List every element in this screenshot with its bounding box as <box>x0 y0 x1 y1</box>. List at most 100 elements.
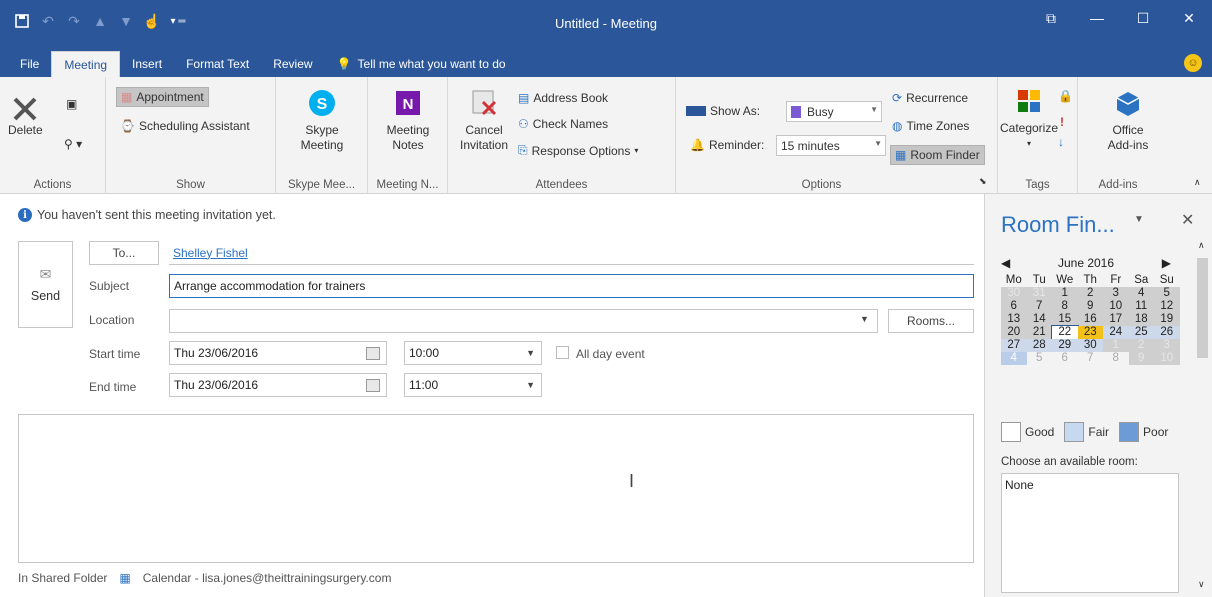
calendar-day[interactable]: 18 <box>1128 313 1154 326</box>
calendar-day[interactable]: 1 <box>1052 287 1078 300</box>
list-item[interactable]: None <box>1005 478 1175 492</box>
calendar-day[interactable]: 15 <box>1052 313 1078 326</box>
calendar-day[interactable]: 4 <box>1001 352 1027 365</box>
calendar-day[interactable]: 5 <box>1154 287 1180 300</box>
calendar-day[interactable]: 9 <box>1128 352 1154 365</box>
response-options-button[interactable]: ⎘ Response Options ▾ <box>518 143 638 158</box>
collapse-ribbon-icon[interactable]: ∧ <box>1194 177 1201 188</box>
calendar-day[interactable]: 30 <box>1001 287 1027 300</box>
selected-day[interactable]: 22 <box>1051 325 1079 340</box>
time-zones-button[interactable]: ◍ Time Zones <box>892 119 969 133</box>
close-icon[interactable]: ✕ <box>1166 0 1212 36</box>
calendar-day[interactable]: 29 <box>1052 339 1078 352</box>
calendar-day[interactable]: 21 <box>1026 326 1052 339</box>
skype-meeting-button[interactable]: S Skype Meeting <box>290 87 354 153</box>
more-actions-icon[interactable]: ⚲ ▾ <box>64 137 82 151</box>
calendar-day[interactable]: 30 <box>1077 339 1103 352</box>
high-importance-icon[interactable]: ! <box>1060 115 1064 129</box>
pane-close-icon[interactable]: ✕ <box>1181 210 1194 230</box>
tab-meeting[interactable]: Meeting <box>51 51 121 77</box>
location-input[interactable] <box>169 309 878 333</box>
rooms-button[interactable]: Rooms... <box>888 309 974 333</box>
calendar-day[interactable]: 2 <box>1128 339 1154 352</box>
appointment-button[interactable]: ▦ Appointment <box>116 87 209 107</box>
calendar-day[interactable]: 3 <box>1103 287 1129 300</box>
calendar-day[interactable]: 14 <box>1026 313 1052 326</box>
tab-format-text[interactable]: Format Text <box>174 51 261 77</box>
calendar-day[interactable]: 3 <box>1154 339 1180 352</box>
calendar-day[interactable]: 31 <box>1026 287 1052 300</box>
tab-insert[interactable]: Insert <box>120 51 174 77</box>
delete-button[interactable]: Delete <box>8 93 43 138</box>
feedback-smiley-icon[interactable]: ☺ <box>1184 54 1202 72</box>
previous-month-icon[interactable]: ◀ <box>1001 256 1010 270</box>
calendar-day[interactable]: 17 <box>1103 313 1129 326</box>
location-chevron-down-icon[interactable]: ▼ <box>860 314 869 324</box>
calendar-day[interactable]: 7 <box>1026 300 1052 313</box>
calendar-day[interactable]: 6 <box>1052 352 1078 365</box>
private-lock-icon[interactable]: 🔒 <box>1058 89 1073 103</box>
show-as-select[interactable]: Busy ▼ <box>786 101 882 122</box>
today-day[interactable]: 23 <box>1077 326 1103 339</box>
maximize-icon[interactable]: ☐ <box>1120 0 1166 36</box>
calendar-day[interactable]: 10 <box>1103 300 1129 313</box>
calendar-day[interactable]: 11 <box>1128 300 1154 313</box>
calendar-day[interactable]: 13 <box>1001 313 1027 326</box>
ignore-conversation-icon[interactable]: ▣ <box>66 97 77 111</box>
message-body[interactable]: I <box>18 414 974 563</box>
calendar-day[interactable]: 24 <box>1103 326 1129 339</box>
tell-me-box[interactable]: 💡 Tell me what you want to do <box>325 51 518 77</box>
calendar-day[interactable]: 8 <box>1052 300 1078 313</box>
calendar-day[interactable]: 27 <box>1001 339 1027 352</box>
pane-scrollbar[interactable]: ∧ ∨ <box>1195 238 1210 592</box>
reminder-select[interactable]: 15 minutes ▼ <box>776 135 886 156</box>
end-date-calendar-icon[interactable] <box>366 379 380 392</box>
calendar-day[interactable]: 4 <box>1128 287 1154 300</box>
calendar-day[interactable]: 20 <box>1001 326 1027 339</box>
start-date-input[interactable]: Thu 23/06/2016 <box>169 341 387 365</box>
meeting-notes-button[interactable]: N Meeting Notes <box>376 87 440 153</box>
pane-menu-chevron-icon[interactable]: ▼ <box>1134 214 1144 225</box>
room-list[interactable]: None <box>1001 473 1179 593</box>
cancel-invitation-button[interactable]: Cancel Invitation <box>454 87 514 153</box>
tab-file[interactable]: File <box>8 51 51 77</box>
calendar-day[interactable]: 7 <box>1077 352 1103 365</box>
calendar-day[interactable]: 10 <box>1154 352 1180 365</box>
end-time-select[interactable]: 11:00 ▼ <box>404 373 542 397</box>
calendar-day[interactable]: 12 <box>1154 300 1180 313</box>
end-date-input[interactable]: Thu 23/06/2016 <box>169 373 387 397</box>
subject-input[interactable]: Arrange accommodation for trainers <box>169 274 974 298</box>
calendar-day[interactable]: 9 <box>1077 300 1103 313</box>
calendar-day[interactable]: 1 <box>1103 339 1129 352</box>
options-dialog-launcher-icon[interactable]: ⬊ <box>979 176 987 187</box>
calendar-day[interactable]: 25 <box>1128 326 1154 339</box>
to-field[interactable]: Shelley Fishel <box>169 241 974 265</box>
ribbon-display-options-icon[interactable]: ⧉ <box>1028 0 1074 36</box>
calendar-day[interactable]: 8 <box>1103 352 1129 365</box>
calendar-day[interactable]: 6 <box>1001 300 1027 313</box>
all-day-checkbox[interactable] <box>556 346 569 359</box>
recipient-link[interactable]: Shelley Fishel <box>173 246 248 260</box>
next-month-icon[interactable]: ▶ <box>1162 256 1171 270</box>
calendar-day[interactable]: 19 <box>1154 313 1180 326</box>
scrollbar-thumb[interactable] <box>1197 258 1208 358</box>
minimize-icon[interactable]: — <box>1074 0 1120 36</box>
scroll-down-icon[interactable]: ∨ <box>1198 579 1205 590</box>
room-finder-button[interactable]: ▦ Room Finder <box>890 145 985 165</box>
calendar-day[interactable]: 2 <box>1077 287 1103 300</box>
scroll-up-icon[interactable]: ∧ <box>1198 240 1205 251</box>
check-names-button[interactable]: ⚇ Check Names <box>518 117 608 131</box>
recurrence-button[interactable]: ⟳ Recurrence <box>892 91 968 105</box>
start-date-calendar-icon[interactable] <box>366 347 380 360</box>
calendar-day[interactable]: 28 <box>1026 339 1052 352</box>
calendar-day[interactable]: 5 <box>1026 352 1052 365</box>
scheduling-assistant-button[interactable]: ⌚ Scheduling Assistant <box>120 119 250 133</box>
calendar-day[interactable]: 26 <box>1154 326 1180 339</box>
send-button[interactable]: ✉ Send <box>18 241 73 328</box>
start-time-select[interactable]: 10:00 ▼ <box>404 341 542 365</box>
calendar-day[interactable]: 16 <box>1077 313 1103 326</box>
low-importance-icon[interactable]: ↓ <box>1058 135 1064 149</box>
categorize-button[interactable]: Categorize ▾ <box>1000 85 1058 151</box>
to-button[interactable]: To... <box>89 241 159 265</box>
office-addins-button[interactable]: Office Add-ins <box>1098 87 1158 153</box>
